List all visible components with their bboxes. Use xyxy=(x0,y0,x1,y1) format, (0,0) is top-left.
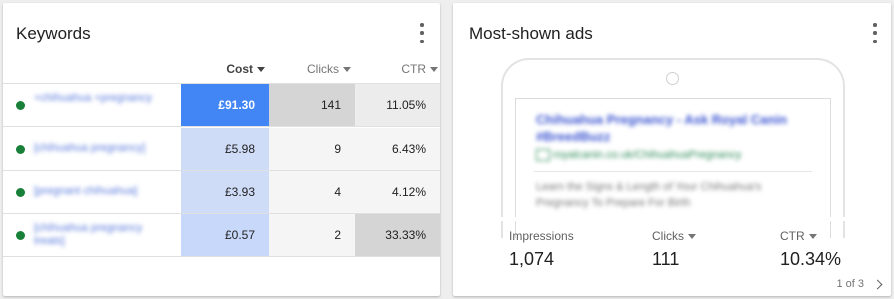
ctr-cell: 6.43% xyxy=(355,128,440,170)
keyword-link[interactable]: +chihuahua +pregnancy xyxy=(34,92,174,105)
table-row: +chihuahua +pregnancy £91.30 141 11.05% xyxy=(3,84,440,127)
keyword-link[interactable]: [pregnant chihuahua] xyxy=(34,185,174,198)
cost-cell: £0.57 xyxy=(181,214,269,256)
sort-down-icon xyxy=(430,67,438,73)
ad-badge-icon xyxy=(536,149,550,162)
clicks-value: 111 xyxy=(652,249,680,269)
more-vert-icon[interactable] xyxy=(868,23,882,43)
ctr-cell: 4.12% xyxy=(355,171,440,213)
table-row: [chihuahua pregnancy treats] £0.57 2 33.… xyxy=(3,214,440,257)
ad-url-text: royalcanin.co.uk/ChihuahuaPregnancy xyxy=(553,149,742,161)
impressions-value: 1,074 xyxy=(509,249,555,269)
status-enabled-icon xyxy=(16,231,25,240)
cost-cell: £5.98 xyxy=(181,128,269,170)
ctr-metric: CTR 10.34% xyxy=(780,229,841,270)
impressions-label: Impressions xyxy=(509,229,574,243)
keyword-link[interactable]: [chihuahua pregnancy] xyxy=(34,142,174,155)
ad-display-url: royalcanin.co.uk/ChihuahuaPregnancy xyxy=(536,149,742,162)
cost-cell: £91.30 xyxy=(181,84,269,126)
mobile-ad-preview: Chihuahua Pregnancy - Ask Royal Canin #B… xyxy=(501,58,845,238)
clicks-metric-selector[interactable]: Clicks xyxy=(652,229,696,243)
pager-text: 1 of 3 xyxy=(836,278,864,290)
clicks-label: Clicks xyxy=(652,229,684,243)
clicks-cell: 9 xyxy=(269,128,355,170)
keyword-link[interactable]: [chihuahua pregnancy treats] xyxy=(34,222,174,248)
keywords-table-header: Cost Clicks CTR xyxy=(3,55,440,84)
keywords-card-title: Keywords xyxy=(16,24,91,43)
most-shown-ads-card: Most-shown ads Chihuahua Pregnancy - Ask… xyxy=(453,3,891,296)
cost-cell: £3.93 xyxy=(181,171,269,213)
status-enabled-icon xyxy=(16,188,25,197)
divider xyxy=(534,171,812,172)
ad-pager: 1 of 3 xyxy=(836,278,883,290)
ctr-metric-selector[interactable]: CTR xyxy=(780,229,841,243)
ctr-cell: 33.33% xyxy=(355,214,440,256)
clicks-cell: 4 xyxy=(269,171,355,213)
table-row: [chihuahua pregnancy] £5.98 9 6.43% xyxy=(3,128,440,171)
sort-down-icon xyxy=(257,67,265,73)
ad-description: Learn the Signs & Length of Your Chihuah… xyxy=(536,181,762,209)
phone-camera-icon xyxy=(666,72,679,85)
keywords-card: Keywords Cost Clicks CTR +chihuahua +pre… xyxy=(3,3,440,296)
column-header-ctr-label: CTR xyxy=(401,62,426,76)
ctr-value: 10.34% xyxy=(780,249,842,269)
ctr-label: CTR xyxy=(780,229,805,243)
clicks-cell: 2 xyxy=(269,214,355,256)
column-header-clicks[interactable]: Clicks xyxy=(271,55,351,83)
more-vert-icon[interactable] xyxy=(415,23,429,43)
ads-card-title: Most-shown ads xyxy=(469,24,593,43)
table-row: [pregnant chihuahua] £3.93 4 4.12% xyxy=(3,171,440,214)
column-header-ctr[interactable]: CTR xyxy=(354,55,438,83)
dropdown-arrow-icon xyxy=(808,234,817,240)
chevron-right-icon[interactable] xyxy=(872,279,883,289)
column-header-cost[interactable]: Cost xyxy=(181,55,265,83)
status-enabled-icon xyxy=(16,145,25,154)
status-enabled-icon xyxy=(16,101,25,110)
sort-down-icon xyxy=(343,67,351,73)
column-header-cost-label: Cost xyxy=(226,62,253,76)
dropdown-arrow-icon xyxy=(688,234,696,240)
ad-headline: Chihuahua Pregnancy - Ask Royal Canin #B… xyxy=(536,112,787,144)
clicks-cell: 141 xyxy=(269,84,355,126)
ctr-cell: 11.05% xyxy=(355,84,440,126)
clicks-metric: Clicks 111 xyxy=(652,229,696,270)
column-header-clicks-label: Clicks xyxy=(307,62,339,76)
preview-divider xyxy=(453,217,891,221)
impressions-metric: Impressions 1,074 xyxy=(509,229,574,270)
